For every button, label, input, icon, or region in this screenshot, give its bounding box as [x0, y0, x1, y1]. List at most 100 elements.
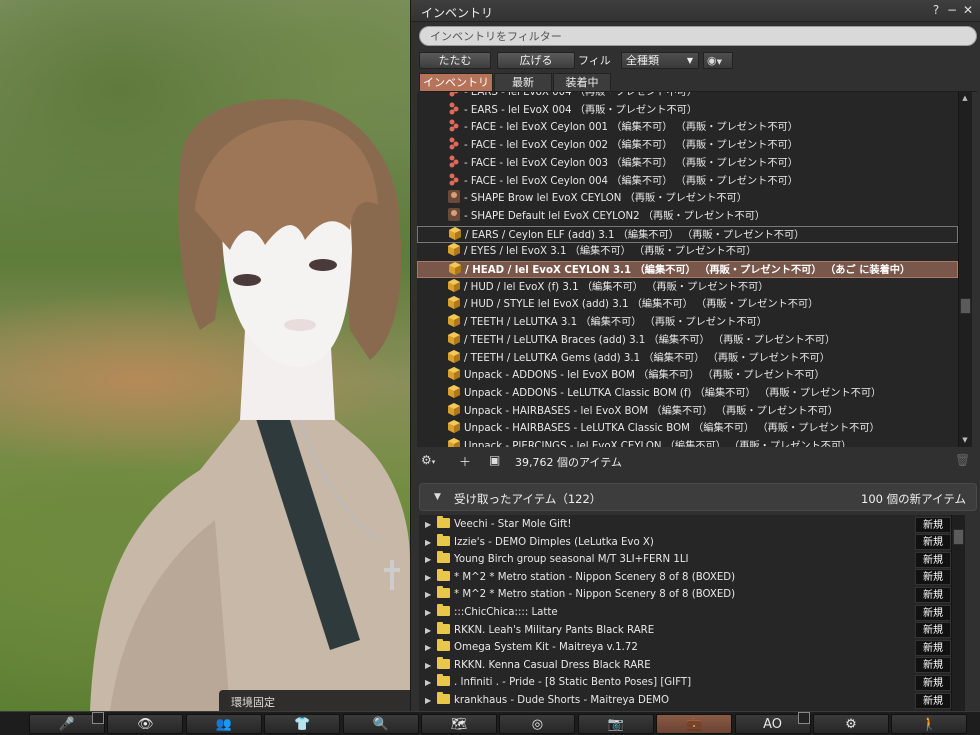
inventory-button[interactable]: 💼 [656, 714, 733, 734]
inventory-row[interactable]: Unpack - ADDONS - LeLUTKA Classic BOM (f… [417, 384, 958, 402]
inventory-scrollbar[interactable]: ▲ ▼ [958, 92, 972, 447]
received-row[interactable]: ▶ Veechi - Star Mole Gift! 新規 [419, 516, 951, 534]
received-row-label: Young Birch group seasonal M/T 3LI+FERN … [454, 554, 689, 566]
trash-icon[interactable]: 🗑 [955, 453, 970, 467]
close-icon[interactable]: ✕ [961, 3, 975, 17]
inventory-row-label: - SHAPE Brow lel EvoX CEYLON （再販・プレゼント不可… [464, 193, 747, 205]
chevron-right-icon[interactable]: ▶ [425, 692, 437, 709]
inventory-row-label: - SHAPE Default lel EvoX CEYLON2 （再販・プレゼ… [464, 210, 766, 222]
inventory-row[interactable]: / TEETH / LeLUTKA 3.1 （編集不可） （再販・プレゼント不可… [417, 314, 958, 331]
chevron-right-icon[interactable]: ▶ [425, 604, 437, 621]
people-button[interactable]: 👥 [185, 714, 262, 734]
destinations-button[interactable]: ◎ [499, 714, 576, 734]
bottom-toolbar: 🎤 👁 👥 👕 🔍 🗺 ◎ 📷 💼 AO ⚙ 🚶 [0, 711, 980, 735]
shape-icon [447, 190, 461, 204]
toggle-checkbox[interactable] [92, 712, 104, 724]
received-row[interactable]: ▶ * M^2 * Metro station - Nippon Scenery … [419, 586, 951, 604]
chevron-right-icon[interactable]: ▶ [425, 657, 437, 674]
scroll-down-icon[interactable]: ▼ [959, 434, 971, 446]
received-scrollbar[interactable] [951, 515, 965, 711]
scroll-up-icon[interactable]: ▲ [959, 92, 971, 104]
inventory-row[interactable]: - SHAPE Brow lel EvoX CEYLON （再販・プレゼント不可… [417, 190, 958, 207]
received-row[interactable]: ▶ Omega System Kit - Maitreya v.1.72 新規 [419, 639, 951, 657]
inventory-row-label: / HEAD / lel EvoX CEYLON 3.1 （編集不可） （再販・… [465, 265, 911, 276]
tab-worn[interactable]: 装着中 [553, 73, 611, 92]
inventory-row[interactable]: Unpack - ADDONS - lel EvoX BOM （編集不可） （再… [417, 367, 958, 384]
inventory-row[interactable]: - FACE - lel EvoX Ceylon 003 （編集不可） （再販・… [417, 155, 958, 172]
chevron-down-icon[interactable]: ▼ [434, 492, 441, 502]
folder-icon [437, 551, 450, 564]
received-row[interactable]: ▶ RKKN. Kenna Casual Dress Black RARE 新規 [419, 656, 951, 675]
view-options-dropdown[interactable]: ◉▼ [703, 52, 733, 69]
search-button[interactable]: 🔍 [342, 714, 419, 734]
collapse-all-button[interactable]: たたむ [419, 52, 491, 69]
inventory-scroll-thumb[interactable] [960, 298, 971, 314]
folder-icon [437, 674, 450, 687]
inventory-row[interactable]: - EARS - lel EvoX 004 （再販・プレゼント不可） [417, 102, 958, 119]
received-scroll-thumb[interactable] [953, 529, 964, 545]
help-icon[interactable]: ? [929, 3, 943, 17]
walk-button[interactable]: 🚶 [891, 714, 968, 734]
inventory-row[interactable]: Unpack - PIERCINGS - lel EvoX CEYLON （編集… [417, 438, 958, 447]
expand-all-button[interactable]: 広げる [497, 52, 575, 69]
new-badge: 新規 [915, 534, 951, 551]
received-row[interactable]: ▶ RKKN. Leah's Military Pants Black RARE 新… [419, 621, 951, 640]
chevron-right-icon[interactable]: ▶ [425, 534, 437, 551]
chevron-right-icon[interactable]: ▶ [425, 586, 437, 603]
avatar-button[interactable]: ⚙ [813, 714, 889, 734]
inventory-row[interactable]: / HUD / STYLE lel EvoX (add) 3.1 （編集不可） … [417, 296, 958, 313]
inventory-item-list[interactable]: - EARS - lel EvoX 004 （再販・プレゼント不可） - EARS… [417, 92, 958, 447]
received-row[interactable]: ▶ Izzie's - DEMO Dimples (LeLutka Evo X) 新… [419, 533, 951, 552]
new-window-icon[interactable]: ▣ [489, 453, 500, 467]
object-icon [447, 331, 461, 345]
received-row[interactable]: ▶ Young Birch group seasonal M/T 3LI+FERN… [419, 551, 951, 569]
inventory-row[interactable]: - FACE - lel EvoX Ceylon 002 （編集不可） （再販・… [417, 137, 958, 154]
chevron-right-icon[interactable]: ▶ [425, 516, 437, 533]
inventory-row[interactable]: / EARS / Ceylon ELF (add) 3.1 （編集不可） （再販… [417, 225, 958, 243]
new-badge: 新規 [915, 657, 951, 674]
chevron-right-icon[interactable]: ▶ [425, 639, 437, 656]
received-row[interactable]: ▶ * M^2 * Metro station - Nippon Scenery … [419, 568, 951, 587]
minimize-icon[interactable]: − [945, 3, 959, 17]
inventory-row[interactable]: - FACE - lel EvoX Ceylon 001 （編集不可） （再販・… [417, 119, 958, 136]
new-badge: 新規 [915, 639, 951, 656]
chevron-right-icon[interactable]: ▶ [425, 569, 437, 586]
snapshot-button[interactable]: 📷 [577, 714, 654, 734]
chevron-right-icon[interactable]: ▶ [425, 674, 437, 691]
received-row[interactable]: ▶:::ChicChica:::: Latte 新規 [419, 604, 951, 622]
filter-label: フィル [578, 54, 611, 67]
folder-icon [437, 639, 450, 652]
item-type-select[interactable]: 全種類 ▼ [621, 52, 699, 69]
toggle-checkbox[interactable] [798, 712, 810, 724]
inventory-row[interactable]: Unpack - HAIRBASES - LeLUTKA Classic BOM… [417, 420, 958, 437]
received-row[interactable]: ▶ krankhaus - Dude Shorts - Maitreya DEMO… [419, 692, 951, 710]
inventory-row[interactable]: / TEETH / LeLUTKA Gems (add) 3.1 （編集不可） … [417, 349, 958, 367]
map-button[interactable]: 🗺 [421, 714, 497, 734]
received-row[interactable]: ▶ . Infiniti . - Pride - [8 Static Bento … [419, 674, 951, 692]
chevron-right-icon[interactable]: ▶ [425, 551, 437, 568]
inventory-window: インベントリ ? − ✕ たたむ 広げる フィル 全種類 ▼ ◉▼ インベントリ… [410, 0, 980, 711]
received-item-list[interactable]: ▶ Veechi - Star Mole Gift! 新規 ▶ Izzie's - DE… [419, 515, 951, 711]
inventory-row[interactable]: / TEETH / LeLUTKA Braces (add) 3.1 （編集不可… [417, 331, 958, 349]
add-icon[interactable]: ＋ [459, 453, 471, 470]
inventory-titlebar[interactable]: インベントリ ? − ✕ [411, 0, 980, 22]
tab-recent[interactable]: 最新 [494, 73, 552, 92]
inventory-row[interactable]: Unpack - HAIRBASES - lel EvoX BOM （編集不可）… [417, 402, 958, 420]
inventory-row-label: - EARS - lel EvoX 004 （再販・プレゼント不可） [464, 104, 698, 116]
inventory-row[interactable]: - FACE - lel EvoX Ceylon 004 （編集不可） （再販・… [417, 173, 958, 190]
tab-inventory[interactable]: インベントリ [419, 73, 493, 92]
target-icon: ◎ [531, 717, 544, 732]
gear-icon[interactable]: ⚙▾ [421, 453, 435, 467]
outfits-button[interactable]: 👕 [264, 714, 341, 734]
inventory-row[interactable]: / HUD / lel EvoX (f) 3.1 （編集不可） （再販・プレゼン… [417, 278, 958, 296]
new-badge: 新規 [915, 622, 951, 639]
inventory-row-label: - FACE - lel EvoX Ceylon 002 （編集不可） （再販・… [464, 140, 798, 152]
inventory-row[interactable]: / HEAD / lel EvoX CEYLON 3.1 （編集不可） （再販・… [417, 261, 958, 278]
received-items-header[interactable]: ▼ 受け取ったアイテム（122） 100 個の新アイテム [419, 483, 977, 511]
appearance-button[interactable]: 👁 [107, 714, 184, 734]
inventory-filter-input[interactable] [419, 26, 977, 46]
chevron-right-icon[interactable]: ▶ [425, 622, 437, 639]
inventory-row[interactable]: - EARS - lel EvoX 004 （再販・プレゼント不可） [417, 92, 958, 101]
inventory-row[interactable]: / EYES / lel EvoX 3.1 （編集不可） （再販・プレゼント不可… [417, 243, 958, 260]
inventory-row[interactable]: - SHAPE Default lel EvoX CEYLON2 （再販・プレゼ… [417, 207, 958, 225]
